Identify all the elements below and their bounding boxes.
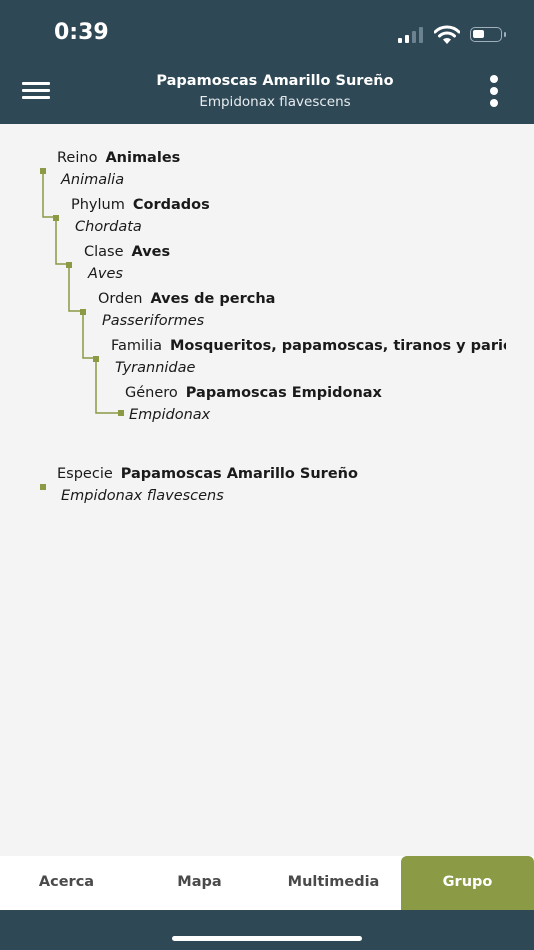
tree-node-marker: [53, 215, 59, 221]
tree-node-marker: [40, 168, 46, 174]
wifi-icon: [434, 25, 460, 44]
rank-label: Reino: [57, 150, 98, 166]
more-options-icon[interactable]: [486, 75, 502, 107]
rank-scientific-name: Animalia: [61, 172, 125, 188]
rank-common-name: Mosqueritos, papamoscas, tiranos y parie…: [170, 338, 506, 354]
tree-node-marker: [93, 356, 99, 362]
tree-node-marker: [40, 484, 46, 490]
rank-common-name: Aves: [131, 244, 171, 260]
rank-label: Phylum: [71, 197, 125, 213]
taxon-phylum[interactable]: Phylum Cordados Chordata: [71, 196, 210, 236]
tab-multimedia[interactable]: Multimedia: [267, 856, 400, 910]
tab-mapa[interactable]: Mapa: [133, 856, 266, 910]
rank-scientific-name: Empidonax: [129, 407, 211, 423]
rank-scientific-name: Tyrannidae: [115, 360, 196, 376]
bottom-tab-bar: Acerca Mapa Multimedia Grupo: [0, 856, 534, 910]
rank-label: Especie: [57, 466, 113, 482]
tab-acerca[interactable]: Acerca: [0, 856, 133, 910]
rank-scientific-name: Empidonax flavescens: [61, 488, 224, 504]
taxon-familia[interactable]: Familia Mosqueritos, papamoscas, tiranos …: [111, 337, 506, 377]
rank-common-name: Papamoscas Empidonax: [185, 385, 382, 401]
tab-grupo[interactable]: Grupo: [401, 856, 534, 910]
tree-node-marker: [118, 410, 124, 416]
rank-common-name: Animales: [105, 150, 181, 166]
app-header: 0:39 Papamoscas Amarillo Sureño Empidona…: [0, 0, 534, 124]
rank-label: Familia: [111, 338, 162, 354]
hamburger-menu-icon[interactable]: [22, 82, 50, 100]
home-indicator[interactable]: [172, 936, 362, 941]
rank-scientific-name: Chordata: [75, 219, 142, 235]
tree-node-marker: [80, 309, 86, 315]
rank-scientific-name: Aves: [88, 266, 123, 282]
tree-node-marker: [66, 262, 72, 268]
taxon-orden[interactable]: Orden Aves de percha Passeriformes: [98, 290, 275, 330]
rank-common-name: Aves de percha: [150, 291, 276, 307]
rank-label: Género: [125, 385, 178, 401]
cellular-signal-icon: [398, 27, 426, 43]
status-icons: [396, 25, 511, 45]
taxon-genero[interactable]: Género Papamoscas Empidonax Empidonax: [125, 384, 382, 424]
rank-scientific-name: Passeriformes: [102, 313, 205, 329]
rank-label: Orden: [98, 291, 143, 307]
rank-common-name: Papamoscas Amarillo Sureño: [120, 466, 358, 482]
taxon-especie[interactable]: Especie Papamoscas Amarillo Sureño Empido…: [57, 465, 358, 505]
taxon-reino[interactable]: Reino Animales Animalia: [57, 149, 180, 189]
rank-common-name: Cordados: [132, 197, 210, 213]
taxon-clase[interactable]: Clase Aves Aves: [84, 243, 170, 283]
battery-icon: [470, 27, 506, 42]
page-subtitle: Empidonax flavescens: [199, 94, 351, 110]
header-title-block: Papamoscas Amarillo Sureño Empidonax fla…: [110, 72, 440, 111]
taxonomy-tree: Reino Animales Animalia Phylum Cordados Ch…: [0, 124, 534, 856]
system-bottom-bar: [0, 910, 534, 950]
rank-label: Clase: [84, 244, 124, 260]
page-title: Papamoscas Amarillo Sureño: [156, 73, 394, 89]
status-time: 0:39: [54, 20, 109, 45]
